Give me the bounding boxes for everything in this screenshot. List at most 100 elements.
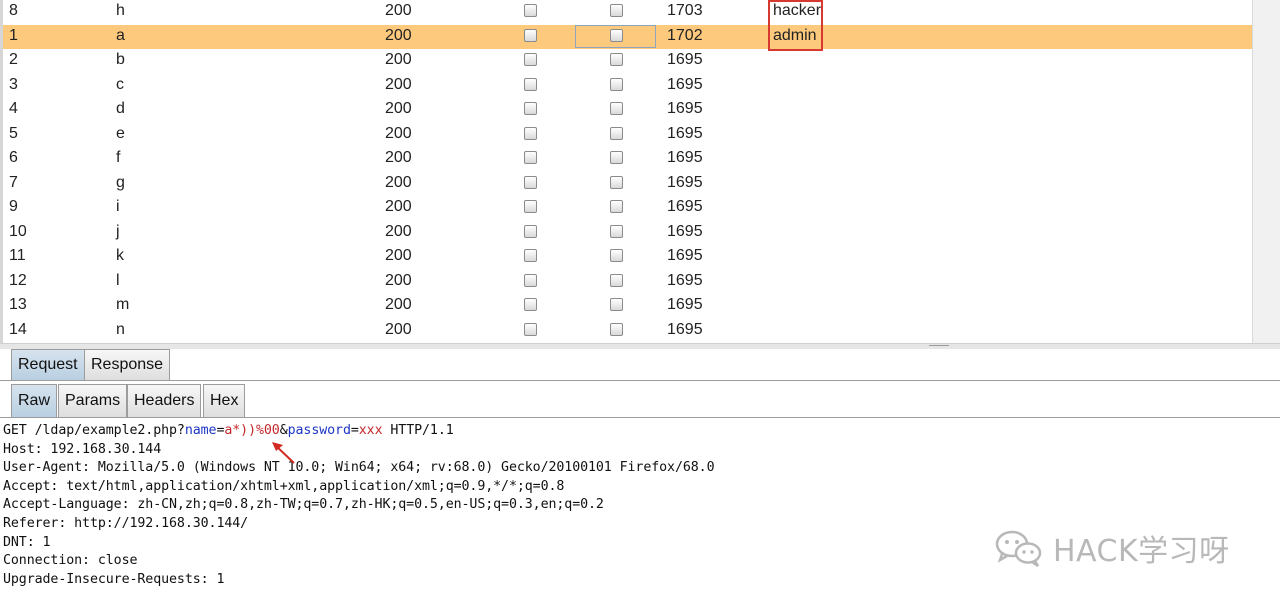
param-value-name: a*))%00 <box>224 423 280 438</box>
cell-payload: i <box>116 198 120 215</box>
red-arrow-annotation <box>272 442 295 464</box>
param-name-name: name <box>184 423 217 438</box>
error-checkbox[interactable] <box>524 77 537 91</box>
timeout-checkbox[interactable] <box>610 322 623 336</box>
table-row[interactable]: 3 c 200 1695 <box>3 74 1252 99</box>
cell-payload: b <box>116 51 125 68</box>
table-row[interactable]: 4 d 200 1695 <box>3 98 1252 123</box>
cell-length: 1695 <box>667 198 703 215</box>
error-checkbox[interactable] <box>524 322 537 336</box>
table-row[interactable]: 13 m 200 1695 <box>3 294 1252 319</box>
splitter-grip[interactable] <box>929 345 949 347</box>
timeout-checkbox[interactable] <box>610 4 623 17</box>
cell-status: 200 <box>385 173 412 191</box>
timeout-checkbox[interactable] <box>610 200 623 213</box>
cell-status: 200 <box>385 247 412 264</box>
timeout-checkbox[interactable] <box>610 298 623 311</box>
cell-status: 200 <box>385 296 412 313</box>
request-header-line: Accept: text/html,application/xhtml+xml,… <box>3 478 565 494</box>
cell-request-number: 8 <box>9 2 18 19</box>
cell-payload: g <box>116 173 125 191</box>
cell-request-number: 7 <box>9 173 18 191</box>
cell-length: 1703 <box>667 2 703 19</box>
error-checkbox[interactable] <box>524 28 537 42</box>
error-checkbox[interactable] <box>524 175 537 189</box>
tab-raw[interactable]: Raw <box>11 384 58 417</box>
tab-headers[interactable]: Headers <box>127 384 202 417</box>
table-row[interactable]: 10 j 200 1695 <box>3 221 1252 246</box>
timeout-checkbox[interactable] <box>610 175 623 189</box>
tab-request[interactable]: Request <box>11 349 85 380</box>
cell-payload: f <box>116 149 121 166</box>
timeout-checkbox[interactable] <box>610 249 623 262</box>
cell-request-number: 12 <box>9 271 27 289</box>
timeout-checkbox[interactable] <box>610 102 623 115</box>
error-checkbox[interactable] <box>524 249 537 262</box>
cell-status: 200 <box>385 271 412 289</box>
cell-length: 1702 <box>667 26 703 44</box>
cell-request-number: 1 <box>9 26 18 44</box>
table-row[interactable]: 5 e 200 1695 <box>3 123 1252 148</box>
cell-length: 1695 <box>667 271 703 289</box>
cell-request-number: 3 <box>9 75 18 93</box>
cell-payload: k <box>116 247 124 264</box>
cell-payload: c <box>116 75 124 93</box>
cell-request-number: 4 <box>9 100 18 117</box>
timeout-checkbox[interactable] <box>610 53 623 66</box>
watermark-text: HACK学习呀 <box>1053 534 1230 569</box>
error-checkbox[interactable] <box>524 298 537 311</box>
cell-request-number: 2 <box>9 51 18 68</box>
table-row[interactable]: 8 h 200 1703 hacker <box>3 0 1252 25</box>
request-header-line: User-Agent: Mozilla/5.0 (Windows NT 10.0… <box>3 460 715 476</box>
comment-highlight-box <box>768 0 823 51</box>
cell-payload: j <box>116 222 120 240</box>
table-row[interactable]: 2 b 200 1695 <box>3 49 1252 74</box>
cell-length: 1695 <box>667 222 703 240</box>
param-name-password: password <box>287 423 351 438</box>
results-table: 8 h 200 1703 hacker 1 a 200 1702 admin 2 b 200 1695 3 c… <box>0 0 1280 343</box>
message-view-tabs: Raw Params Headers Hex <box>0 384 1280 418</box>
cell-request-number: 14 <box>9 320 27 338</box>
request-method-path: GET /ldap/example2.php? <box>3 423 185 438</box>
table-row[interactable]: 9 i 200 1695 <box>3 196 1252 221</box>
error-checkbox[interactable] <box>524 224 537 238</box>
table-scrollbar[interactable] <box>1252 0 1280 343</box>
error-checkbox[interactable] <box>524 102 537 115</box>
cell-status: 200 <box>385 26 412 44</box>
cell-status: 200 <box>385 198 412 215</box>
cell-length: 1695 <box>667 149 703 166</box>
cell-payload: n <box>116 320 125 338</box>
cell-length: 1695 <box>667 296 703 313</box>
cell-payload: a <box>116 26 125 44</box>
request-header-line: Referer: http://192.168.30.144/ <box>3 516 249 531</box>
error-checkbox[interactable] <box>524 273 537 287</box>
timeout-checkbox[interactable] <box>610 151 623 164</box>
tab-response[interactable]: Response <box>84 349 171 380</box>
error-checkbox[interactable] <box>524 126 537 140</box>
error-checkbox[interactable] <box>524 4 537 17</box>
param-value-password: xxx <box>358 423 383 438</box>
table-row[interactable]: 14 n 200 1695 <box>3 319 1252 344</box>
timeout-checkbox[interactable] <box>610 126 623 140</box>
error-checkbox[interactable] <box>524 151 537 164</box>
timeout-checkbox[interactable] <box>610 224 623 238</box>
timeout-checkbox[interactable] <box>610 77 623 91</box>
wechat-icon <box>995 530 1042 568</box>
request-header-line: Connection: close <box>3 553 138 569</box>
timeout-checkbox[interactable] <box>610 273 623 287</box>
cell-payload: d <box>116 100 125 117</box>
cell-length: 1695 <box>667 173 703 191</box>
cell-length: 1695 <box>667 124 703 142</box>
cell-status: 200 <box>385 149 412 166</box>
error-checkbox[interactable] <box>524 53 537 66</box>
tab-params[interactable]: Params <box>58 384 128 417</box>
tab-hex[interactable]: Hex <box>203 384 246 417</box>
error-checkbox[interactable] <box>524 200 537 213</box>
cell-status: 200 <box>385 51 412 68</box>
cell-status: 200 <box>385 320 412 338</box>
table-row[interactable]: 7 g 200 1695 <box>3 172 1252 197</box>
raw-request-editor[interactable]: GET /ldap/example2.php?name=a*))%00&pass… <box>0 419 1280 604</box>
table-row[interactable]: 11 k 200 1695 <box>3 245 1252 270</box>
table-row[interactable]: 6 f 200 1695 <box>3 147 1252 172</box>
table-row[interactable]: 12 l 200 1695 <box>3 270 1252 295</box>
